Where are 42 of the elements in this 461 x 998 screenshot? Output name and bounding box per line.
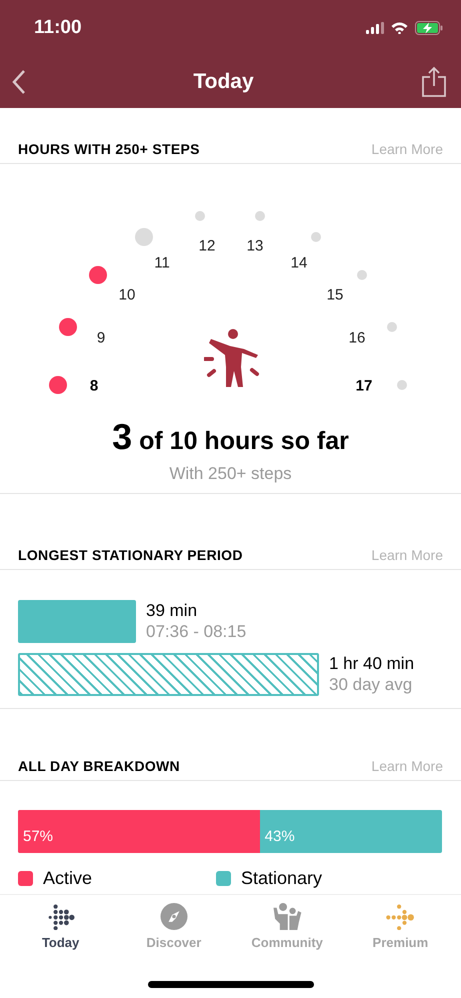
- share-button[interactable]: [420, 66, 447, 98]
- tab-item[interactable]: Premium: [350, 903, 450, 949]
- signal-icon: [366, 22, 384, 34]
- hours-summary: of 10 hours so far: [139, 429, 349, 454]
- back-button[interactable]: [12, 69, 26, 95]
- tab-item[interactable]: Today: [10, 903, 111, 949]
- segment-percent: 57%: [23, 827, 54, 847]
- legend-label: Active: [43, 866, 92, 890]
- compass-icon: [158, 903, 189, 930]
- hour-label: 12: [198, 238, 216, 254]
- learn-more-link[interactable]: Learn More: [371, 544, 443, 566]
- dots-logo-icon: [46, 903, 76, 930]
- legend-label: Stationary: [241, 866, 322, 890]
- hour-label: 9: [96, 330, 106, 346]
- active-person-icon: [204, 329, 260, 389]
- learn-more-link[interactable]: Learn More: [371, 756, 443, 776]
- dots-arrow-icon: [384, 903, 416, 930]
- duration-detail: 30 day avg: [329, 674, 414, 696]
- hours-count: 3: [112, 419, 132, 455]
- status-time: 11:00: [34, 16, 82, 40]
- section-heading: HOURS WITH 250+ STEPS: [18, 140, 200, 159]
- tab-item[interactable]: Discover: [124, 903, 224, 949]
- duration-detail: 07:36 - 08:15: [146, 621, 246, 642]
- hour-label: 15: [326, 288, 344, 302]
- hour-label: 13: [246, 238, 264, 254]
- hour-label: 17: [356, 378, 372, 394]
- duration-value: 39 min: [146, 600, 198, 621]
- page-title: Today: [193, 69, 254, 96]
- hour-label: 11: [154, 256, 170, 270]
- hours-subtitle: With 250+ steps: [169, 463, 292, 485]
- battery-charging-icon: [415, 21, 443, 35]
- hour-label: 8: [90, 378, 98, 394]
- hour-label: 16: [348, 330, 366, 346]
- hour-label: 10: [118, 288, 136, 302]
- section-heading: ALL DAY BREAKDOWN: [18, 756, 180, 776]
- wifi-icon: [391, 22, 408, 34]
- tab-item[interactable]: Community: [237, 903, 338, 949]
- duration-value: 1 hr 40 min: [329, 652, 414, 674]
- segment-percent: 43%: [264, 827, 295, 847]
- learn-more-link[interactable]: Learn More: [371, 139, 443, 160]
- hour-label: 14: [290, 256, 308, 270]
- section-heading: LONGEST STATIONARY PERIOD: [18, 546, 243, 564]
